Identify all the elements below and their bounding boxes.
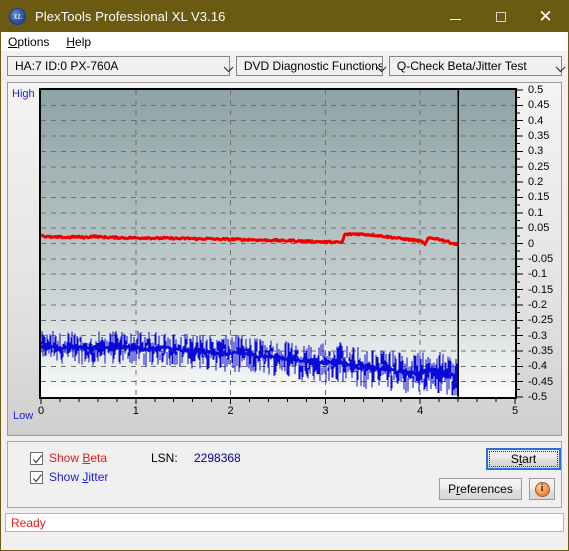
close-icon: ✕ (538, 7, 553, 26)
app-icon: XL (9, 8, 26, 25)
status-bar: Ready (5, 513, 564, 532)
y-axis-high-label: High (12, 88, 35, 100)
lsn-value: 2298368 (194, 451, 241, 465)
prefs-label-pre: P (448, 482, 457, 496)
y-tick-label: 0.25 (528, 160, 550, 173)
y-tick-label: 0.35 (528, 130, 550, 143)
x-tick-label: 4 (417, 405, 424, 417)
y-tick-label: 0.45 (528, 99, 550, 112)
show-jitter-label: Show Jitter (49, 470, 108, 484)
x-tick-label: 3 (322, 405, 329, 417)
x-tick-label: 1 (132, 405, 139, 417)
plot-svg (41, 90, 515, 397)
y-axis-tick-labels: 0.5 0.45 0.4 0.35 0.3 0.25 0.2 0.15 0.1 0.05 0 -0.0… (524, 83, 569, 413)
y-tick-label: -0.35 (528, 344, 554, 357)
y-tick-label: -0.15 (528, 283, 554, 296)
show-jitter-label-pre: Show (49, 470, 83, 484)
menu-item-help-label: elp (75, 34, 92, 49)
close-button[interactable]: ✕ (523, 1, 568, 32)
show-beta-label: Show Beta (49, 451, 107, 465)
minimize-button[interactable] (433, 1, 478, 32)
y-tick-label: -0.25 (528, 314, 554, 327)
maximize-icon (495, 11, 506, 22)
menu-item-help[interactable]: Help (66, 35, 100, 49)
focus-ring (489, 451, 558, 467)
lsn-label: LSN: (151, 451, 178, 465)
info-icon: i (534, 481, 550, 497)
y-tick-label: 0 (528, 237, 535, 250)
show-beta-row[interactable]: Show Beta (30, 451, 107, 465)
show-jitter-label-post: itter (88, 470, 109, 484)
y-tick-label: 0.5 (528, 84, 544, 96)
function-select[interactable]: DVD Diagnostic Functions (235, 56, 387, 76)
drive-select[interactable]: HA:7 ID:0 PX-760A (7, 56, 234, 76)
check-icon (33, 454, 43, 464)
show-jitter-checkbox[interactable] (30, 470, 43, 484)
y-tick-label: 0.05 (528, 222, 550, 235)
y-tick-label: -0.2 (528, 298, 547, 311)
plot-area (39, 88, 517, 399)
info-button[interactable]: i (529, 478, 555, 500)
test-select-value: Q-Check Beta/Jitter Test (396, 59, 527, 73)
y-tick-label: 0.2 (528, 176, 544, 189)
application-window: XL PlexTools Professional XL V3.16 ✕ Opt… (0, 0, 569, 551)
show-jitter-row[interactable]: Show Jitter (30, 470, 108, 484)
y-tick-label: -0.05 (528, 252, 554, 265)
status-text: Ready (11, 515, 46, 530)
y-axis-ticks (517, 89, 523, 398)
x-tick-label: 0 (37, 405, 45, 417)
minimize-icon (450, 19, 461, 20)
show-beta-checkbox[interactable] (30, 451, 43, 465)
show-beta-label-pre: Show (49, 451, 83, 465)
y-tick-label: 0.15 (528, 191, 550, 204)
show-beta-label-post: eta (90, 451, 108, 465)
controls-panel: Show Beta Show Jitter LSN: 2298368 Start… (7, 441, 562, 508)
function-select-value: DVD Diagnostic Functions (243, 59, 382, 73)
y-tick-label: 0.1 (528, 206, 544, 219)
menu-item-options[interactable]: Options (8, 35, 58, 49)
prefs-label-post: eferences (460, 482, 513, 496)
start-button[interactable]: Start (486, 448, 561, 470)
menu-bar: Options Help (1, 32, 568, 51)
x-axis-tick-labels: 0 1 2 3 4 5 (8, 405, 561, 421)
drive-select-value: HA:7 ID:0 PX-760A (15, 59, 119, 73)
y-tick-label: -0.45 (528, 375, 554, 388)
window-title: PlexTools Professional XL V3.16 (35, 9, 226, 24)
x-tick-label: 2 (227, 405, 234, 417)
preferences-button[interactable]: Preferences (439, 478, 522, 500)
y-tick-label: -0.4 (528, 360, 547, 373)
window-controls: ✕ (433, 1, 568, 32)
menu-item-options-label: ptions (17, 34, 50, 49)
selector-toolbar: HA:7 ID:0 PX-760A DVD Diagnostic Functio… (1, 51, 568, 82)
y-tick-label: -0.3 (528, 329, 547, 342)
chart-panel: High Low 012345 0.5 0.45 0.4 0.35 0.3 0.25 0.2… (7, 82, 562, 436)
test-select[interactable]: Q-Check Beta/Jitter Test (388, 56, 566, 76)
x-tick-label: 5 (511, 405, 519, 417)
y-tick-label: 0.3 (528, 145, 544, 158)
check-icon (33, 473, 43, 483)
y-tick-label: 0.4 (528, 114, 544, 127)
preferences-button-label: Preferences (448, 482, 513, 496)
title-bar: XL PlexTools Professional XL V3.16 ✕ (1, 1, 568, 32)
y-tick-label: -0.5 (528, 391, 547, 403)
maximize-button[interactable] (478, 1, 523, 32)
y-tick-label: -0.1 (528, 268, 547, 281)
